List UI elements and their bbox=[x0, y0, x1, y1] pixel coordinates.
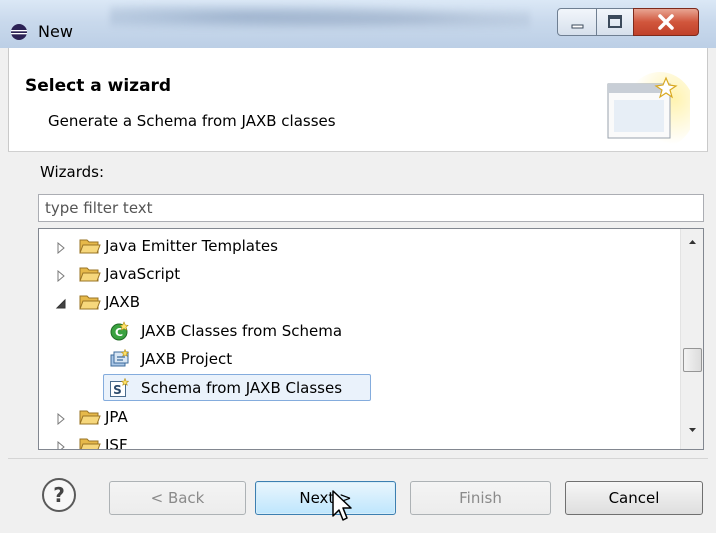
scroll-up-icon[interactable] bbox=[682, 233, 703, 251]
close-icon bbox=[658, 14, 674, 30]
schema-icon: S bbox=[110, 378, 129, 397]
minimize-icon bbox=[571, 24, 584, 29]
divider bbox=[8, 458, 708, 459]
eclipse-icon bbox=[11, 24, 27, 40]
finish-button[interactable]: Finish bbox=[410, 481, 551, 515]
window-title: New bbox=[38, 22, 73, 41]
next-button[interactable]: Next > bbox=[255, 481, 396, 515]
svg-text:S: S bbox=[113, 383, 122, 397]
wizards-label: Wizards: bbox=[40, 163, 105, 181]
wizard-banner-icon bbox=[607, 72, 690, 148]
tree-item-jaxb[interactable]: JAXB bbox=[39, 289, 679, 317]
cancel-button[interactable]: Cancel bbox=[565, 481, 703, 515]
tree-item-label: Java Emitter Templates bbox=[105, 237, 278, 255]
tree-item-schema-from-jaxb-classes[interactable]: S Schema from JAXB Classes bbox=[39, 375, 679, 403]
folder-icon bbox=[79, 267, 101, 282]
mouse-pointer-icon bbox=[332, 490, 352, 521]
close-button[interactable] bbox=[633, 8, 699, 36]
vertical-scrollbar[interactable] bbox=[680, 229, 703, 449]
tree-item-java-emitter-templates[interactable]: Java Emitter Templates bbox=[39, 233, 679, 261]
scrollbar-thumb[interactable] bbox=[683, 348, 702, 372]
jaxb-classes-icon: C bbox=[110, 321, 129, 341]
new-wizard-dialog: New Select a wizard Generate a Schema fr… bbox=[0, 0, 716, 533]
tree-item-label: JPA bbox=[105, 408, 128, 426]
page-title: Select a wizard bbox=[25, 76, 172, 96]
tree-item-label: JAXB Project bbox=[141, 350, 233, 368]
minimize-button[interactable] bbox=[557, 8, 597, 36]
help-icon[interactable]: ? bbox=[40, 476, 78, 514]
back-button[interactable]: < Back bbox=[109, 481, 246, 515]
page-description: Generate a Schema from JAXB classes bbox=[48, 112, 336, 130]
maximize-button[interactable] bbox=[596, 8, 634, 36]
tree-item-label: JAXB bbox=[105, 293, 140, 311]
tree-item-jaxb-classes-from-schema[interactable]: C JAXB Classes from Schema bbox=[39, 318, 679, 346]
wizard-tree[interactable]: Java Emitter Templates JavaScript JAXB C… bbox=[38, 228, 704, 450]
scroll-down-icon[interactable] bbox=[682, 421, 703, 439]
title-bar[interactable]: New bbox=[0, 0, 716, 48]
expand-arrow-icon[interactable] bbox=[55, 242, 67, 254]
background-blur bbox=[110, 4, 530, 34]
tree-item-jpa[interactable]: JPA bbox=[39, 404, 679, 432]
tree-item-label: Schema from JAXB Classes bbox=[141, 379, 343, 397]
collapse-arrow-icon[interactable] bbox=[55, 298, 67, 310]
maximize-icon bbox=[608, 15, 622, 28]
expand-arrow-icon[interactable] bbox=[55, 441, 67, 450]
tree-item-jaxb-project[interactable]: JAXB Project bbox=[39, 346, 679, 374]
folder-icon bbox=[79, 410, 101, 425]
svg-text:?: ? bbox=[53, 483, 65, 507]
tree-item-label: JSF bbox=[105, 436, 128, 450]
folder-icon bbox=[79, 239, 101, 254]
expand-arrow-icon[interactable] bbox=[55, 270, 67, 282]
tree-item-javascript[interactable]: JavaScript bbox=[39, 261, 679, 289]
folder-icon bbox=[79, 438, 101, 449]
folder-open-icon bbox=[79, 295, 101, 310]
tree-item-jsf[interactable]: JSF bbox=[39, 432, 679, 450]
filter-input[interactable] bbox=[38, 194, 704, 222]
jaxb-project-icon bbox=[110, 349, 129, 367]
tree-item-label: JavaScript bbox=[105, 265, 181, 283]
tree-item-label: JAXB Classes from Schema bbox=[141, 322, 343, 340]
expand-arrow-icon[interactable] bbox=[55, 413, 67, 425]
